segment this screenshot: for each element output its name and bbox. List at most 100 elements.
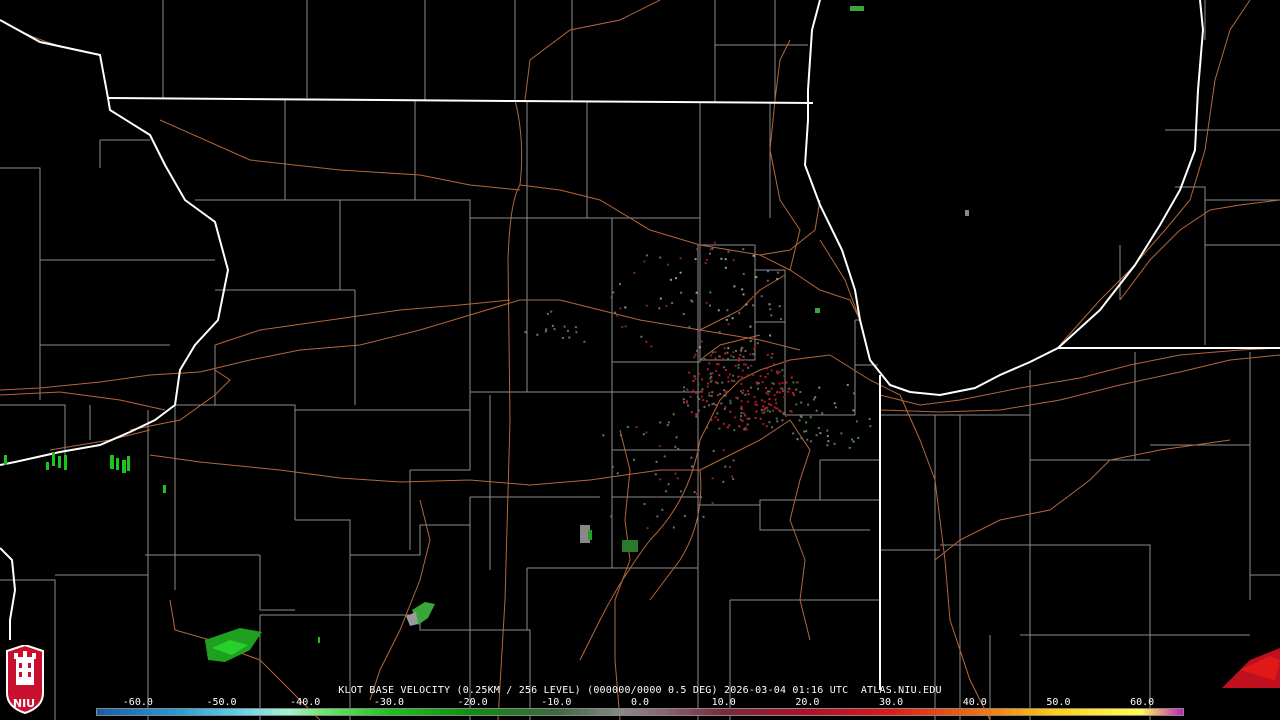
radar-echo-pixel xyxy=(722,449,725,452)
radar-echo-pixel xyxy=(739,354,742,356)
radar-echo-pixel xyxy=(674,472,677,475)
radar-echo-pixel xyxy=(732,477,735,480)
radar-echo-pixel xyxy=(695,392,698,394)
radar-echo-pixel xyxy=(682,390,685,393)
radar-echo-pixel xyxy=(776,278,779,281)
radar-echo-pixel xyxy=(812,398,815,401)
radar-echo-pixel xyxy=(693,375,696,378)
radar-echo-pixel xyxy=(667,483,670,486)
radar-echo-pixel xyxy=(857,437,860,439)
radar-echo-pixel xyxy=(815,409,818,412)
radar-echo-pixel xyxy=(642,433,645,436)
radar-echo-pixel xyxy=(700,395,703,398)
radar-echo-pixel xyxy=(746,374,749,377)
radar-echo-pixel xyxy=(645,254,648,257)
radar-echo-pixel xyxy=(711,247,714,250)
radar-echo-pixel xyxy=(692,389,695,392)
radar-echo-pixel xyxy=(720,257,723,260)
radar-echo-pixel xyxy=(752,373,755,376)
radar-echo-pixel xyxy=(773,363,775,366)
radar-echo-pixel xyxy=(740,412,743,415)
radar-echo-pixel xyxy=(737,359,740,362)
radar-echo-pixel xyxy=(723,389,726,392)
radar-echo-pixel xyxy=(645,304,648,307)
radar-echo-pixel xyxy=(734,364,737,367)
radar-echo-pixel xyxy=(817,427,820,429)
radar-echo-pixel xyxy=(768,398,771,400)
radar-echo-pixel xyxy=(693,356,696,359)
radar-echo-pixel xyxy=(633,458,636,461)
radar-echo-pixel xyxy=(741,392,744,395)
radar-echo-pixel xyxy=(739,418,742,421)
radar-echo-pixel xyxy=(747,400,750,403)
velocity-colorbar xyxy=(96,708,1184,716)
radar-echo-pixel xyxy=(753,346,756,349)
radar-echo-pixel xyxy=(626,425,629,428)
radar-echo-pixel xyxy=(833,442,836,445)
radar-echo-pixel xyxy=(757,387,759,390)
radar-echo-pixel xyxy=(744,414,747,417)
radar-echo-pixel xyxy=(750,386,752,389)
radar-echo-pixel xyxy=(743,428,746,431)
radar-echo-pixel xyxy=(705,400,708,403)
radar-echo-pixel xyxy=(711,403,714,406)
radar-echo-pixel xyxy=(683,386,686,389)
radar-echo-pixel xyxy=(611,465,614,468)
radar-echo-pixel xyxy=(821,412,824,415)
radar-echo-pixel xyxy=(759,375,762,378)
radar-echo-pixel xyxy=(688,326,691,329)
radar-echo-pixel xyxy=(755,276,758,279)
radar-echo-pixel xyxy=(718,374,721,377)
radar-echo-pixel xyxy=(665,305,668,308)
radar-echo-pixel xyxy=(697,409,700,412)
radar-echo-pixel xyxy=(744,393,747,396)
radar-echo-pixel xyxy=(803,430,806,433)
radar-echo-pixel xyxy=(760,408,763,411)
radar-echo-pixel xyxy=(741,288,744,291)
radar-echo-pixel xyxy=(672,526,675,529)
radar-echo-pixel xyxy=(784,361,787,364)
radar-echo-pixel xyxy=(790,410,793,413)
radar-echo-pixel xyxy=(755,410,758,413)
radar-echo-pixel xyxy=(851,438,853,441)
radar-echo-pixel xyxy=(708,362,711,365)
radar-echo-pixel xyxy=(737,366,740,369)
radar-echo-pixel xyxy=(602,434,605,437)
radar-echo-pixel xyxy=(655,460,658,463)
radar-echo-pixel xyxy=(705,301,708,304)
radar-echo-pixel xyxy=(659,297,662,300)
radar-map[interactable] xyxy=(0,0,1280,720)
radar-echo-pixel xyxy=(727,357,730,360)
radar-echo-pixel xyxy=(747,393,750,396)
radar-echo-pixel xyxy=(702,399,705,402)
radar-echo-pixel xyxy=(749,340,752,342)
radar-echo-pixel xyxy=(785,381,788,384)
radar-echo-pixel xyxy=(826,435,829,438)
radar-echo-pixel xyxy=(675,436,678,439)
radar-echo-pixel xyxy=(679,257,682,260)
radar-echo-pixel xyxy=(770,356,773,359)
radar-echo-pixel xyxy=(760,295,763,298)
radar-echo-pixel xyxy=(826,429,829,432)
radar-echo-pixel xyxy=(726,309,729,312)
radar-echo-pixel xyxy=(754,417,757,419)
radar-echo-pixel xyxy=(645,340,648,343)
radar-echo-pixel xyxy=(705,258,708,261)
radar-echo-pixel xyxy=(745,303,748,306)
product-title: KLOT BASE VELOCITY (0.25KM / 256 LEVEL) … xyxy=(338,685,942,696)
radar-echo-pixel xyxy=(834,406,837,409)
radar-echo-pixel xyxy=(711,501,714,504)
radar-echo-pixel xyxy=(675,277,677,280)
radar-echo-pixel xyxy=(733,429,736,432)
radar-echo-pixel xyxy=(723,366,726,369)
radar-echo-pixel xyxy=(724,266,727,269)
radar-echo-pixel xyxy=(646,527,649,530)
radar-echo-pixel xyxy=(645,431,648,434)
radar-echo-pixel xyxy=(672,413,675,416)
legend-tick-label: -60.0 xyxy=(122,697,153,708)
radar-echo-pixel xyxy=(742,248,745,251)
radar-echo-pixel xyxy=(752,353,755,356)
radar-echo-pixel xyxy=(700,340,703,343)
radar-echo-pixel xyxy=(745,428,748,431)
radar-echo-pixel xyxy=(761,411,764,414)
